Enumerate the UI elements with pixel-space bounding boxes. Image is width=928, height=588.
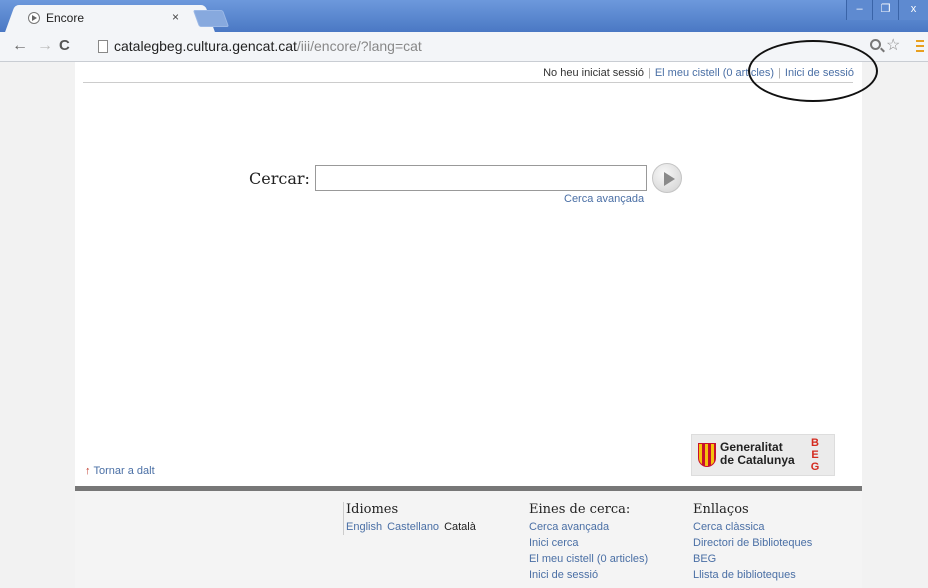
- footer-advanced-search-link[interactable]: Cerca avançada: [529, 519, 648, 535]
- senyera-emblem-icon: [698, 443, 716, 467]
- footer-links: Enllaços Cerca clàssica Directori de Bib…: [693, 502, 812, 583]
- tab-title: Encore: [46, 11, 85, 25]
- language-castellano[interactable]: Castellano: [387, 519, 439, 535]
- back-arrow-icon[interactable]: ←: [12, 37, 28, 55]
- footer-search-tools: Eines de cerca: Cerca avançada Inici cer…: [529, 502, 648, 583]
- links-heading: Enllaços: [693, 502, 749, 517]
- logo-text: Generalitat de Catalunya: [720, 441, 795, 467]
- address-bar[interactable]: catalegbeg.cultura.gencat.cat/iii/encore…: [114, 38, 422, 54]
- back-to-top-label: Tornar a dalt: [93, 465, 155, 477]
- header-divider: [83, 82, 853, 83]
- search-input[interactable]: [315, 165, 647, 191]
- session-bar: No heu iniciat sessió | El meu cistell (0 …: [543, 67, 854, 79]
- zoom-icon[interactable]: [870, 39, 881, 50]
- browser-tab[interactable]: Encore ×: [20, 5, 200, 32]
- language-catala: Català: [444, 521, 476, 533]
- bookmark-star-icon[interactable]: ☆: [886, 35, 900, 55]
- beg-letter: E: [811, 449, 819, 461]
- classic-search-link[interactable]: Cerca clàssica: [693, 519, 812, 535]
- login-link[interactable]: Inici de sessió: [785, 67, 854, 79]
- separator: |: [647, 67, 651, 79]
- url-path: /iii/encore/?lang=cat: [296, 38, 422, 54]
- gencat-logo[interactable]: Generalitat de Catalunya B E G: [691, 434, 835, 476]
- encore-favicon-icon: [28, 12, 40, 24]
- browser-titlebar: Encore × – ❐ x: [0, 0, 928, 32]
- footer-languages: Idiomes English Castellano Català: [343, 502, 476, 535]
- footer: Idiomes English Castellano Català Eines …: [75, 491, 862, 588]
- basket-link[interactable]: El meu cistell (0 articles): [655, 67, 774, 79]
- up-arrow-icon: ↑: [85, 465, 91, 477]
- page-container: No heu iniciat sessió | El meu cistell (0 …: [75, 62, 862, 588]
- search-go-button[interactable]: [652, 163, 682, 193]
- maximize-button[interactable]: ❐: [872, 0, 898, 20]
- reload-icon[interactable]: C: [59, 37, 70, 54]
- library-directory-link[interactable]: Directori de Biblioteques: [693, 535, 812, 551]
- beg-mark: B E G: [810, 437, 820, 473]
- language-english[interactable]: English: [346, 519, 382, 535]
- beg-link[interactable]: BEG: [693, 551, 812, 567]
- search-tools-heading: Eines de cerca:: [529, 502, 631, 517]
- new-tab-button[interactable]: [192, 10, 230, 27]
- session-status: No heu iniciat sessió: [543, 67, 644, 79]
- close-window-button[interactable]: x: [898, 0, 928, 20]
- window-controls: – ❐ x: [846, 0, 928, 20]
- footer-login-link[interactable]: Inici de sessió: [529, 567, 648, 583]
- forward-arrow-icon[interactable]: →: [37, 37, 53, 55]
- tab-close-button[interactable]: ×: [172, 10, 179, 24]
- library-list-link[interactable]: Llista de biblioteques: [693, 567, 812, 583]
- logo-line-2: de Catalunya: [720, 453, 795, 467]
- back-to-top-link[interactable]: ↑ Tornar a dalt: [85, 465, 155, 477]
- footer-basket-link[interactable]: El meu cistell (0 articles): [529, 551, 648, 567]
- languages-heading: Idiomes: [346, 502, 399, 517]
- url-host: catalegbeg.cultura.gencat.cat: [114, 38, 297, 54]
- search-label: Cercar:: [249, 169, 310, 188]
- beg-letter: G: [810, 461, 820, 473]
- menu-icon[interactable]: [916, 40, 924, 52]
- beg-letter: B: [811, 437, 819, 449]
- browser-toolbar: ← → C catalegbeg.cultura.gencat.cat/iii/…: [0, 32, 928, 62]
- page-icon: [98, 40, 108, 53]
- advanced-search-link[interactable]: Cerca avançada: [564, 193, 644, 205]
- footer-search-home-link[interactable]: Inici cerca: [529, 535, 648, 551]
- minimize-button[interactable]: –: [846, 0, 872, 20]
- separator: |: [778, 67, 781, 79]
